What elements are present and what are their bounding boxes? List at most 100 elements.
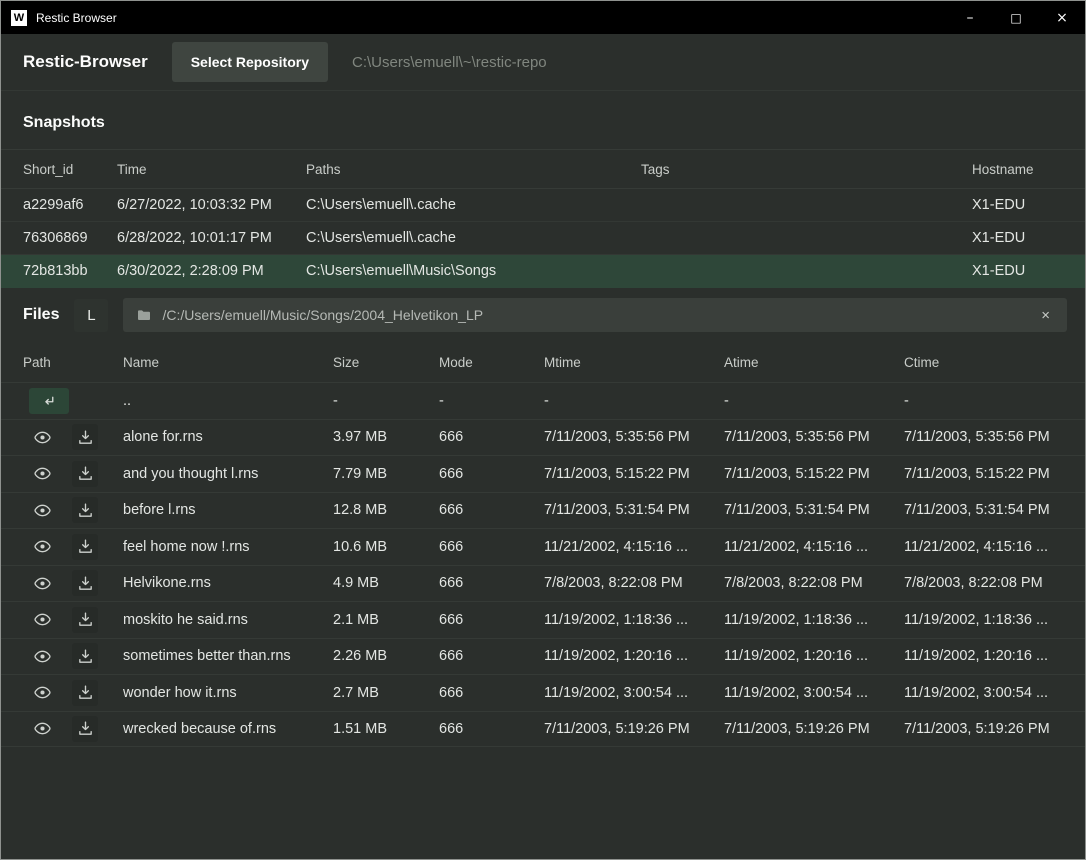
col-short-id: Short_id (23, 162, 117, 177)
file-name: wrecked because of.rns (123, 721, 333, 737)
file-mode: 666 (439, 612, 544, 628)
file-atime: 7/11/2003, 5:35:56 PM (724, 429, 904, 445)
file-row[interactable]: wrecked because of.rns 1.51 MB 666 7/11/… (1, 711, 1085, 748)
snapshot-row-selected[interactable]: 72b813bb 6/30/2022, 2:28:09 PM C:\Users\… (1, 255, 1085, 288)
download-icon (77, 538, 94, 555)
select-repository-button[interactable]: Select Repository (172, 42, 328, 82)
eye-icon (33, 574, 52, 593)
file-size: 2.26 MB (333, 648, 439, 664)
preview-file-button[interactable] (29, 534, 55, 560)
file-size: 1.51 MB (333, 721, 439, 737)
file-path-bar[interactable]: /C:/Users/emuell/Music/Songs/2004_Helvet… (123, 298, 1067, 332)
file-ctime: 11/19/2002, 3:00:54 ... (904, 685, 1063, 701)
preview-file-button[interactable] (29, 716, 55, 742)
file-row[interactable]: moskito he said.rns 2.1 MB 666 11/19/200… (1, 601, 1085, 638)
eye-icon (33, 610, 52, 629)
download-icon (77, 648, 94, 665)
file-mtime: 7/8/2003, 8:22:08 PM (544, 575, 724, 591)
file-mtime: 7/11/2003, 5:19:26 PM (544, 721, 724, 737)
clear-path-button[interactable]: × (1037, 305, 1054, 326)
download-file-button[interactable] (72, 570, 98, 596)
preview-file-button[interactable] (29, 497, 55, 523)
snapshot-row[interactable]: a2299af6 6/27/2022, 10:03:32 PM C:\Users… (1, 189, 1085, 222)
file-size: 10.6 MB (333, 539, 439, 555)
download-icon (77, 684, 94, 701)
file-mode: 666 (439, 575, 544, 591)
col-mtime: Mtime (544, 355, 724, 370)
col-paths: Paths (306, 162, 641, 177)
snapshot-time: 6/27/2022, 10:03:32 PM (117, 197, 306, 213)
window-controls: – □ × (947, 1, 1085, 34)
eye-icon (33, 719, 52, 738)
file-row[interactable]: and you thought l.rns 7.79 MB 666 7/11/2… (1, 455, 1085, 492)
file-name: alone for.rns (123, 429, 333, 445)
col-ctime: Ctime (904, 355, 1063, 370)
file-row[interactable]: feel home now !.rns 10.6 MB 666 11/21/20… (1, 528, 1085, 565)
download-file-button[interactable] (72, 497, 98, 523)
file-size: 3.97 MB (333, 429, 439, 445)
app-name: Restic-Browser (23, 52, 148, 72)
files-section-title: Files (23, 306, 59, 324)
file-mode: - (439, 393, 544, 409)
download-icon (77, 575, 94, 592)
app-window: W Restic Browser – □ × Restic-Browser Se… (0, 0, 1086, 860)
file-ctime: 11/19/2002, 1:20:16 ... (904, 648, 1063, 664)
preview-file-button[interactable] (29, 680, 55, 706)
file-ctime: 11/19/2002, 1:18:36 ... (904, 612, 1063, 628)
preview-file-button[interactable] (29, 570, 55, 596)
snapshot-hostname: X1-EDU (972, 197, 1063, 213)
list-mode-button[interactable]: L (74, 299, 108, 332)
file-size: 12.8 MB (333, 502, 439, 518)
close-button[interactable]: × (1039, 1, 1085, 34)
file-mtime: 11/21/2002, 4:15:16 ... (544, 539, 724, 555)
snapshots-table-header: Short_id Time Paths Tags Hostname (1, 149, 1085, 189)
snapshot-row[interactable]: 76306869 6/28/2022, 10:01:17 PM C:\Users… (1, 222, 1085, 255)
download-file-button[interactable] (72, 607, 98, 633)
download-file-button[interactable] (72, 424, 98, 450)
snapshot-short-id: 76306869 (23, 230, 117, 246)
window-title: Restic Browser (36, 11, 117, 25)
preview-file-button[interactable] (29, 643, 55, 669)
file-ctime: 7/11/2003, 5:31:54 PM (904, 502, 1063, 518)
titlebar: W Restic Browser – □ × (1, 1, 1085, 34)
download-file-button[interactable] (72, 643, 98, 669)
file-ctime: 7/8/2003, 8:22:08 PM (904, 575, 1063, 591)
preview-file-button[interactable] (29, 461, 55, 487)
file-name: moskito he said.rns (123, 612, 333, 628)
download-file-button[interactable] (72, 680, 98, 706)
file-name: sometimes better than.rns (123, 648, 333, 664)
file-name: feel home now !.rns (123, 539, 333, 555)
file-name: Helvikone.rns (123, 575, 333, 591)
minimize-button[interactable]: – (947, 1, 993, 34)
file-size: 4.9 MB (333, 575, 439, 591)
file-ctime: 7/11/2003, 5:35:56 PM (904, 429, 1063, 445)
file-atime: 7/11/2003, 5:15:22 PM (724, 466, 904, 482)
files-bar: Files L /C:/Users/emuell/Music/Songs/200… (1, 288, 1085, 342)
file-row[interactable]: alone for.rns 3.97 MB 666 7/11/2003, 5:3… (1, 419, 1085, 456)
file-size: 2.1 MB (333, 612, 439, 628)
maximize-button[interactable]: □ (993, 1, 1039, 34)
parent-dir-row[interactable]: .. - - - - - (1, 382, 1085, 419)
download-file-button[interactable] (72, 534, 98, 560)
preview-file-button[interactable] (29, 424, 55, 450)
eye-icon (33, 683, 52, 702)
file-size: 7.79 MB (333, 466, 439, 482)
file-mtime: 7/11/2003, 5:31:54 PM (544, 502, 724, 518)
preview-file-button[interactable] (29, 607, 55, 633)
file-mode: 666 (439, 502, 544, 518)
col-name: Name (123, 355, 333, 370)
file-row[interactable]: sometimes better than.rns 2.26 MB 666 11… (1, 638, 1085, 675)
file-atime: 11/19/2002, 1:18:36 ... (724, 612, 904, 628)
file-mode: 666 (439, 685, 544, 701)
download-file-button[interactable] (72, 461, 98, 487)
file-mode: 666 (439, 648, 544, 664)
file-row[interactable]: before l.rns 12.8 MB 666 7/11/2003, 5:31… (1, 492, 1085, 529)
snapshot-paths: C:\Users\emuell\.cache (306, 197, 641, 213)
download-file-button[interactable] (72, 716, 98, 742)
go-up-button[interactable] (29, 388, 69, 414)
file-row[interactable]: wonder how it.rns 2.7 MB 666 11/19/2002,… (1, 674, 1085, 711)
col-path: Path (23, 355, 123, 370)
file-path-value: /C:/Users/emuell/Music/Songs/2004_Helvet… (162, 307, 1027, 323)
file-atime: 11/19/2002, 3:00:54 ... (724, 685, 904, 701)
file-row[interactable]: Helvikone.rns 4.9 MB 666 7/8/2003, 8:22:… (1, 565, 1085, 602)
